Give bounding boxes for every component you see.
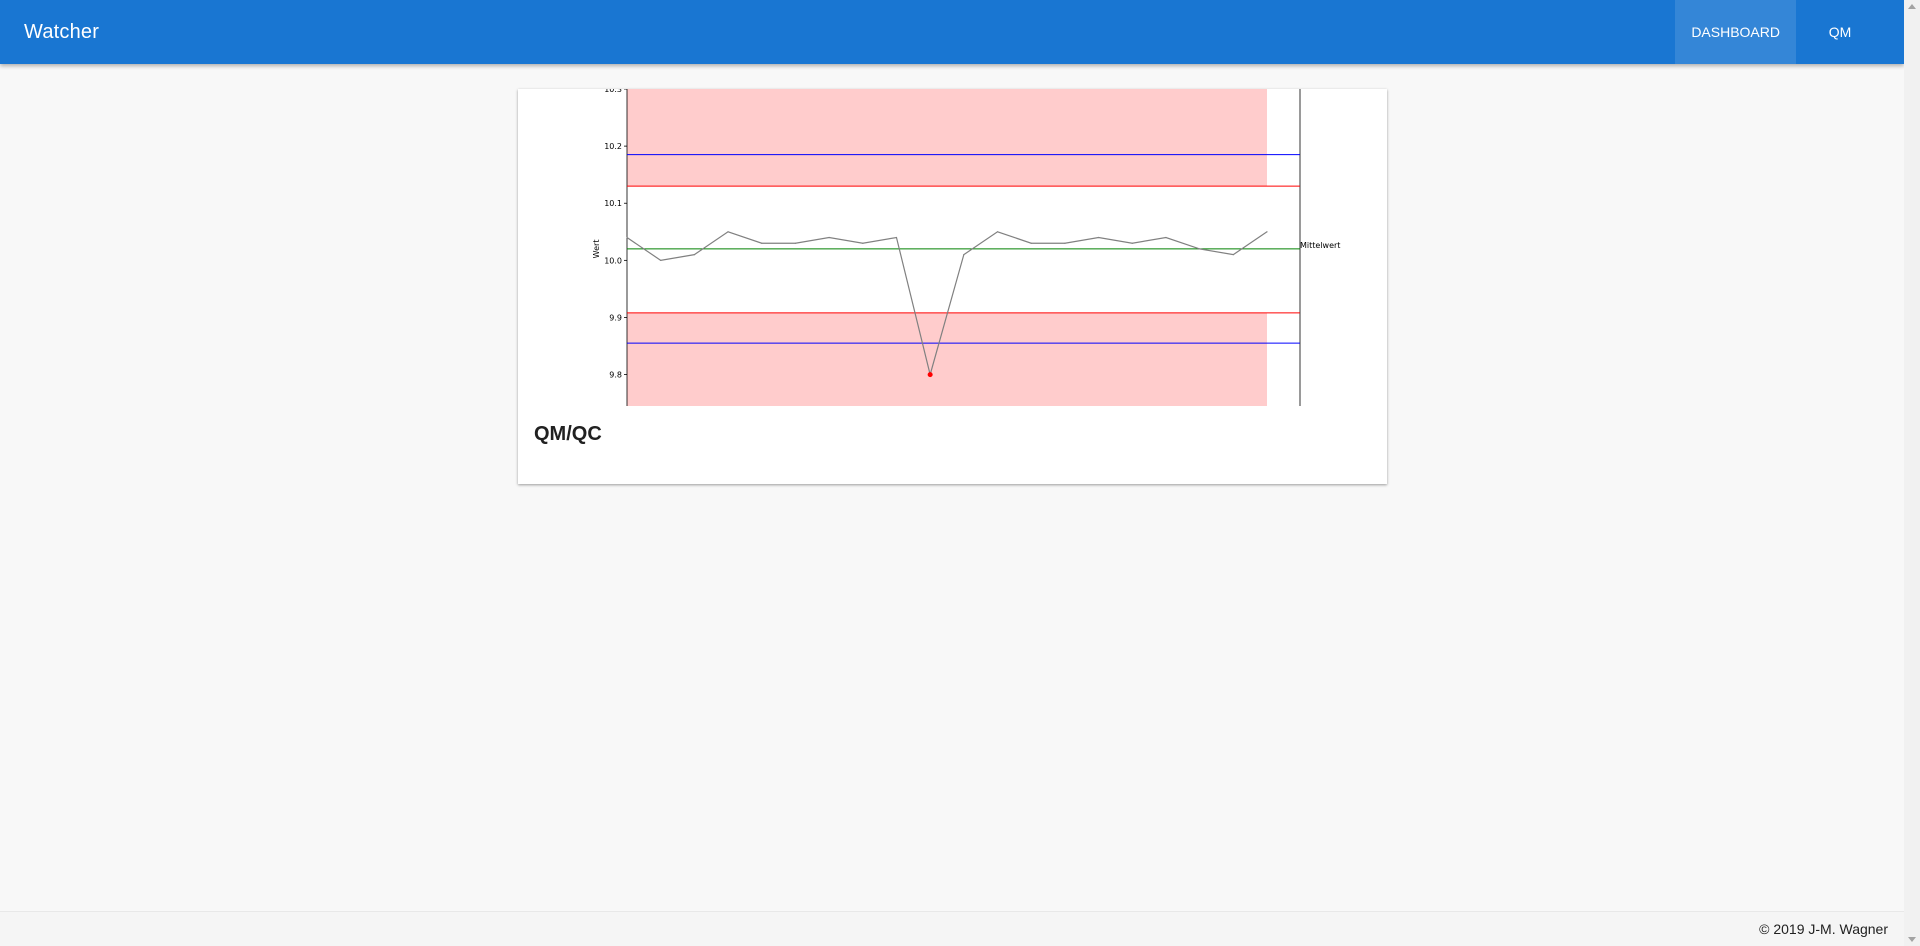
y-axis-label: Wert	[592, 240, 601, 259]
series-point-0-15	[1131, 242, 1133, 244]
series-point-0-4	[761, 242, 763, 244]
y-tick-label-0: 9.8	[609, 371, 622, 380]
series-point-0-5	[794, 242, 797, 244]
series-point-0-6	[828, 236, 830, 239]
series-point-0-8	[895, 236, 898, 239]
main-nav: DASHBOARD QM	[1675, 0, 1904, 64]
y-tick-label-4: 10.2	[604, 142, 622, 151]
control-band-1	[627, 312, 1267, 406]
series-point-0-1	[660, 259, 662, 261]
outlier-point-0	[927, 372, 933, 378]
nav-dashboard-button[interactable]: DASHBOARD	[1675, 0, 1796, 64]
series-point-0-17	[1199, 248, 1201, 250]
control-band-0	[627, 89, 1267, 187]
series-point-0-12	[1030, 242, 1032, 244]
page-scrollbar[interactable]	[1904, 0, 1920, 946]
top-app-bar: Watcher DASHBOARD QM	[0, 0, 1904, 64]
qc-chart-card: 9.8 9.9 10.0 10.1 10.2 10.3 Wert Mittelwert QM/…	[518, 89, 1387, 484]
y-tick-label-3: 10.1	[604, 199, 622, 208]
reference-line-label-2: Mittelwert	[1300, 241, 1340, 250]
y-tick-label-5: 10.3	[604, 89, 622, 94]
series-point-0-18	[1232, 254, 1234, 256]
series-point-0-14	[1097, 236, 1100, 239]
qc-control-chart: 9.8 9.9 10.0 10.1 10.2 10.3 Wert Mittelwert	[592, 89, 1340, 406]
series-point-0-0	[626, 236, 628, 239]
scroll-down-icon[interactable]	[1908, 937, 1916, 942]
app-root: Watcher DASHBOARD QM 9.8 9.9 10.0 10.1 10.2 1…	[0, 0, 1920, 946]
series-point-0-10	[963, 254, 965, 256]
series-point-0-11	[996, 231, 999, 233]
y-tick-label-2: 10.0	[604, 256, 622, 265]
series-point-0-2	[693, 254, 695, 256]
scroll-up-icon[interactable]	[1908, 4, 1916, 9]
nav-qm-button[interactable]: QM	[1796, 0, 1884, 64]
card-title: QM/QC	[534, 423, 602, 445]
copyright-text: © 2019 J-M. Wagner	[1759, 921, 1888, 937]
y-tick-label-1: 9.9	[609, 313, 622, 322]
series-point-0-7	[862, 242, 864, 244]
series-point-0-13	[1064, 242, 1066, 244]
app-title: Watcher	[24, 21, 100, 43]
series-point-0-3	[727, 231, 729, 233]
series-point-0-16	[1165, 236, 1167, 239]
footer: © 2019 J-M. Wagner	[0, 911, 1904, 946]
series-point-0-19	[1266, 231, 1268, 233]
